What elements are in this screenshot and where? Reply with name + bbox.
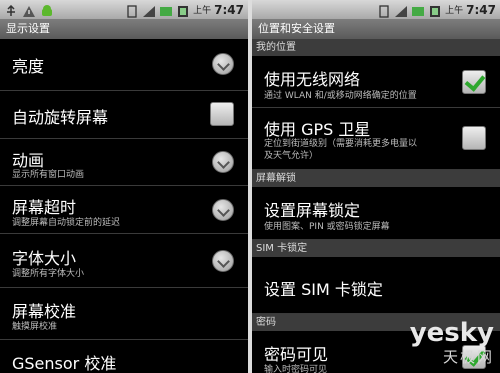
section-header-sim-lock: SIM 卡锁定 <box>252 240 500 257</box>
page-title: 显示设置 <box>0 19 248 39</box>
signal-icon <box>394 3 408 17</box>
sim-icon <box>377 3 391 18</box>
auto-rotate-checkbox[interactable] <box>210 102 234 126</box>
item-title: 自动旋转屏幕 <box>12 108 109 127</box>
list-item-gsensor-calibration[interactable]: GSensor 校准 <box>0 340 248 373</box>
use-wireless-checkbox[interactable] <box>462 70 486 94</box>
list-item-use-wireless[interactable]: 使用无线网络 通过 WLAN 和/或移动网络确定的位置 <box>252 56 500 108</box>
list-item-auto-rotate[interactable]: 自动旋转屏幕 <box>0 91 248 139</box>
battery-icon <box>176 3 190 17</box>
section-header-my-location: 我的位置 <box>252 39 500 56</box>
battery-icon <box>428 3 442 17</box>
chevron-down-icon <box>212 53 234 75</box>
notification-icon <box>411 3 425 16</box>
item-title: 动画 <box>12 151 45 170</box>
ampm-label: 上午 <box>193 6 212 16</box>
list-item-animation[interactable]: 动画 显示所有窗口动画 <box>0 139 248 186</box>
use-gps-checkbox[interactable] <box>462 126 486 150</box>
android-icon <box>40 3 54 16</box>
item-subtitle: 显示所有窗口动画 <box>12 170 85 180</box>
usb-icon <box>4 3 18 16</box>
watermark-logo: yesky 天极网 <box>410 320 494 367</box>
watermark-main: yesky <box>409 318 494 348</box>
chevron-down-icon <box>212 250 234 272</box>
item-subtitle: 触摸屏校准 <box>12 322 58 332</box>
list-item-screen-calibration[interactable]: 屏幕校准 触摸屏校准 <box>0 288 248 340</box>
signal-icon <box>142 3 156 17</box>
item-title: 设置 SIM 卡锁定 <box>264 280 383 299</box>
item-title: 设置屏幕锁定 <box>264 201 361 220</box>
item-subtitle: 使用图案、PIN 或密码锁定屏幕 <box>264 222 390 232</box>
list-item-set-screen-lock[interactable]: 设置屏幕锁定 使用图案、PIN 或密码锁定屏幕 <box>252 187 500 240</box>
item-title: GSensor 校准 <box>12 354 117 373</box>
item-subtitle: 调整屏幕自动锁定前的延迟 <box>12 218 121 228</box>
item-subtitle: 定位到街道级别（需要消耗更多电量以 <box>264 139 418 149</box>
clock: 7:47 <box>214 2 244 17</box>
item-subtitle: 通过 WLAN 和/或移动网络确定的位置 <box>264 91 417 101</box>
display-settings-panel: 上午 7:47 显示设置 亮度 自动旋转屏幕 动画 显示所有窗口动画 屏幕超时 … <box>0 0 248 373</box>
status-bar: 上午 7:47 <box>252 0 500 19</box>
page-title: 位置和安全设置 <box>252 19 500 39</box>
item-subtitle-line2: 及天气允许） <box>264 151 319 161</box>
list-item-font-size[interactable]: 字体大小 调整所有字体大小 <box>0 234 248 288</box>
item-title: 屏幕校准 <box>12 302 77 321</box>
location-security-panel: 上午 7:47 位置和安全设置 我的位置 使用无线网络 通过 WLAN 和/或移… <box>252 0 500 373</box>
item-subtitle: 调整所有字体大小 <box>12 269 85 279</box>
item-title: 密码可见 <box>264 345 329 364</box>
item-title: 屏幕超时 <box>12 198 77 217</box>
item-title: 使用 GPS 卫星 <box>264 120 371 139</box>
item-title: 使用无线网络 <box>264 70 361 89</box>
chevron-down-icon <box>212 151 234 173</box>
ampm-label: 上午 <box>445 6 464 16</box>
item-title: 亮度 <box>12 57 45 76</box>
list-item-set-sim-lock[interactable]: 设置 SIM 卡锁定 <box>252 257 500 314</box>
list-item-brightness[interactable]: 亮度 <box>0 39 248 91</box>
sim-icon <box>125 3 139 18</box>
list-item-screen-timeout[interactable]: 屏幕超时 调整屏幕自动锁定前的延迟 <box>0 186 248 234</box>
item-title: 字体大小 <box>12 249 77 268</box>
warning-icon <box>22 3 36 17</box>
watermark-sub: 天极网 <box>442 348 494 366</box>
status-bar: 上午 7:47 <box>0 0 248 19</box>
item-subtitle: 输入时密码可见 <box>264 365 328 373</box>
notification-icon <box>159 3 173 16</box>
chevron-down-icon <box>212 199 234 221</box>
section-header-screen-unlock: 屏幕解锁 <box>252 170 500 187</box>
clock: 7:47 <box>466 2 496 17</box>
list-item-use-gps[interactable]: 使用 GPS 卫星 定位到街道级别（需要消耗更多电量以 及天气允许） <box>252 108 500 170</box>
